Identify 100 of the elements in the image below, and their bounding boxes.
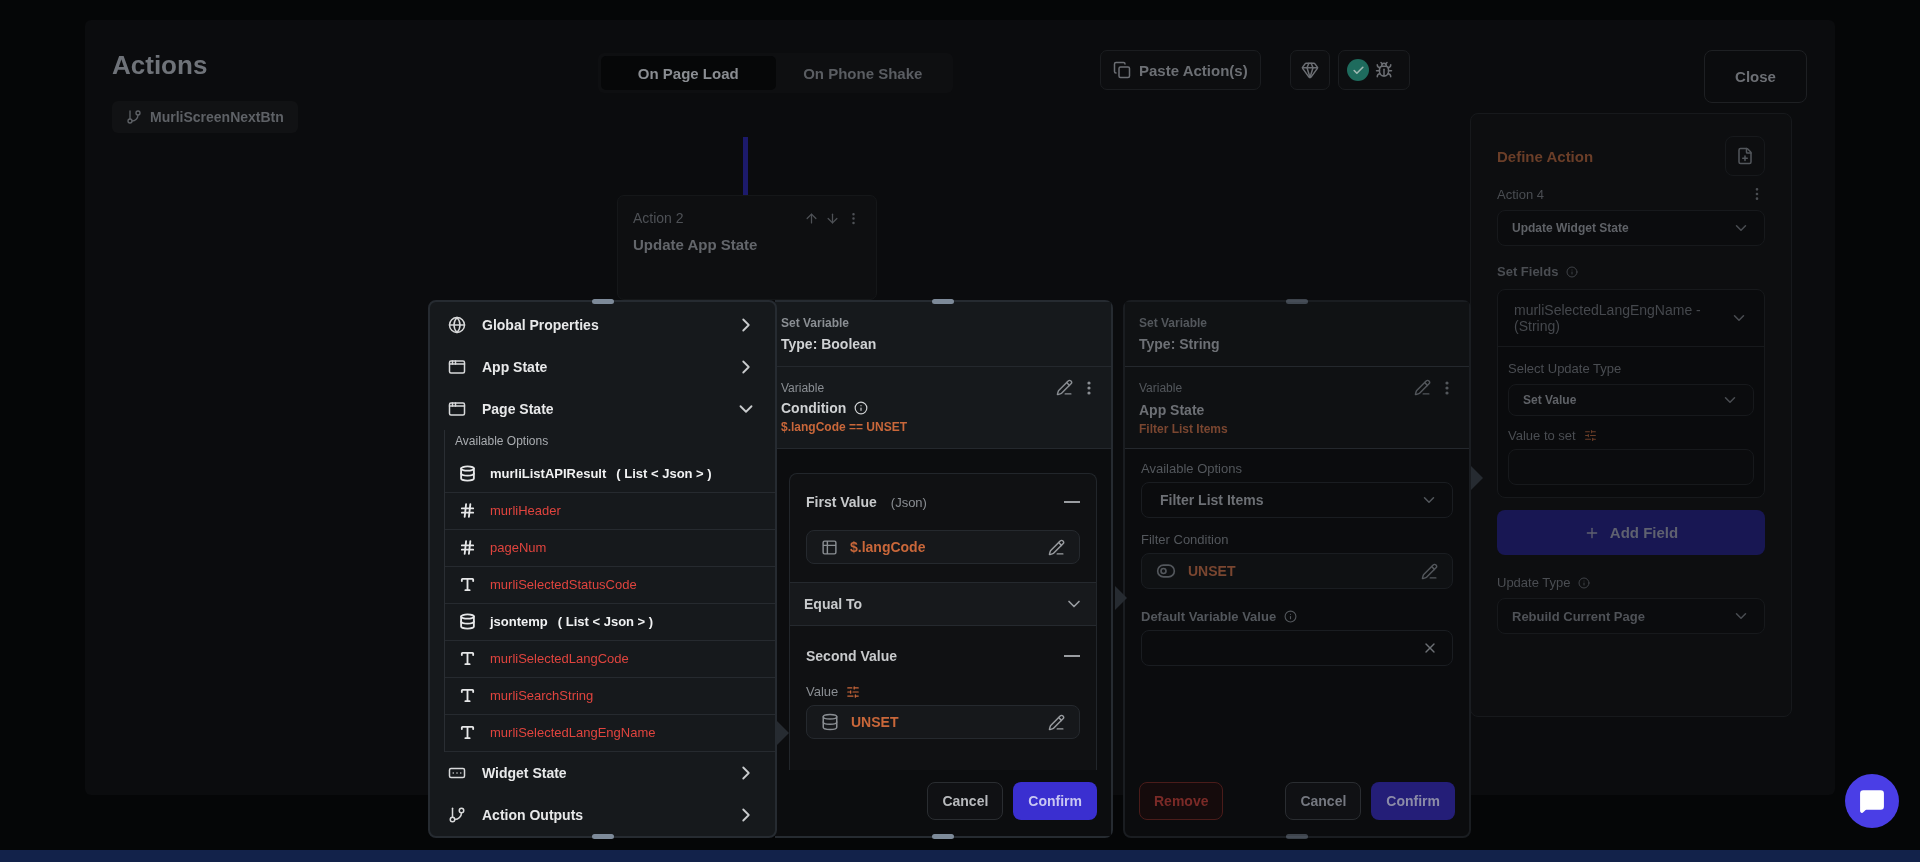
drag-handle[interactable]	[1286, 834, 1308, 839]
variable-name: App State	[1139, 402, 1206, 418]
drag-handle[interactable]	[932, 299, 954, 304]
text-type-icon	[459, 724, 476, 742]
confirm-button[interactable]: Confirm	[1013, 782, 1097, 820]
table-icon	[821, 538, 838, 556]
field-label: Update Type	[1497, 575, 1571, 590]
info-icon	[1284, 610, 1298, 623]
panel-label: Set Variable	[1139, 316, 1209, 330]
action-label: Action 2	[633, 210, 684, 226]
first-value-label: First Value	[806, 494, 877, 510]
options-label: Available Options	[454, 432, 550, 450]
variable-option[interactable]: murliListAPIResult ( List < Json > )	[445, 455, 775, 493]
sliders-icon	[846, 684, 861, 699]
variable-option[interactable]: murliSelectedLangEngName	[445, 714, 775, 752]
cancel-button[interactable]: Cancel	[927, 782, 1004, 820]
default-value-field[interactable]	[1141, 630, 1453, 666]
action-title: Update App State	[633, 236, 759, 253]
trigger-tab[interactable]: On Page Load	[601, 56, 776, 90]
gem-icon	[1301, 61, 1319, 79]
field-label: Value	[806, 684, 839, 699]
add-field-button[interactable]: Add Field	[1497, 510, 1765, 555]
variable-option[interactable]: jsontemp ( List < Json > )	[445, 603, 775, 641]
field-label: Select Update Type	[1508, 361, 1623, 376]
add-note-button[interactable]	[1725, 136, 1765, 176]
more-icon	[1087, 380, 1091, 395]
paste-actions-button[interactable]: Paste Action(s)	[1100, 50, 1261, 90]
info-icon	[854, 401, 869, 415]
action-label: Action 4	[1497, 186, 1544, 202]
gem-button[interactable]	[1290, 50, 1330, 90]
rebuild-dropdown[interactable]: Rebuild Current Page	[1497, 598, 1765, 634]
cancel-button[interactable]: Cancel	[1285, 782, 1362, 820]
action-type-dropdown[interactable]: Update Widget State	[1497, 210, 1765, 246]
hash-icon	[459, 502, 476, 520]
drag-handle[interactable]	[932, 834, 954, 839]
branch-icon	[448, 805, 466, 824]
edit-icon	[1414, 379, 1431, 396]
update-type-dropdown[interactable]: Set Value	[1508, 384, 1754, 416]
first-value-field[interactable]: $.langCode	[806, 530, 1080, 564]
field-label: Available Options	[1141, 461, 1243, 476]
variable-subtitle: Filter List Items	[1139, 422, 1229, 436]
menu-section[interactable]: Global Properties	[430, 303, 775, 346]
file-plus-icon	[1736, 147, 1754, 165]
database-icon	[459, 613, 476, 631]
text-type-icon	[459, 687, 476, 705]
variable-type: Type: String	[1139, 336, 1221, 352]
variable-option[interactable]: murliSelectedStatusCode	[445, 566, 775, 604]
variable-name: Condition	[781, 400, 847, 416]
condition-expression: $.langCode == UNSET	[781, 420, 909, 434]
debug-button[interactable]	[1338, 50, 1410, 90]
drag-handle[interactable]	[591, 834, 614, 839]
text-type-icon	[459, 650, 476, 668]
edit-icon	[1048, 713, 1065, 731]
close-button[interactable]: Close	[1704, 50, 1807, 103]
globe-icon	[448, 315, 466, 334]
copy-icon	[1113, 61, 1131, 79]
field-label: Set Fields	[1497, 264, 1559, 279]
hash-icon	[459, 539, 476, 557]
confirm-button[interactable]: Confirm	[1371, 782, 1455, 820]
branch-icon	[126, 109, 142, 125]
trigger-tab[interactable]: On Phone Shake	[775, 56, 950, 90]
database-icon	[821, 713, 839, 731]
value-type: (Json)	[890, 494, 927, 510]
variable-option[interactable]: murliSelectedLangCode	[445, 640, 775, 678]
field-label: Variable	[781, 380, 825, 395]
variable-option[interactable]: murliSearchString	[445, 677, 775, 715]
operator-dropdown[interactable]: Equal To	[790, 582, 1096, 626]
field-label: Default Variable Value	[1141, 609, 1277, 624]
action-card[interactable]: Action 2 Update App State	[617, 195, 877, 300]
text-type-icon	[459, 576, 476, 594]
variable-option[interactable]: pageNum	[445, 529, 775, 567]
variable-option[interactable]: murliHeader	[445, 492, 775, 530]
sliders-icon	[1583, 429, 1597, 442]
menu-section[interactable]: Widget State	[430, 751, 775, 794]
menu-section[interactable]: Page State	[430, 387, 775, 430]
pointer-arrow	[1115, 586, 1127, 610]
second-value-label: Second Value	[806, 648, 898, 664]
panel-title: Define Action	[1497, 147, 1594, 165]
edit-icon	[1048, 538, 1065, 556]
chat-button[interactable]	[1845, 774, 1899, 828]
more-icon	[1445, 380, 1449, 395]
database-icon	[459, 465, 476, 483]
toggle-icon	[1156, 561, 1176, 581]
field-label: Filter Condition	[1141, 532, 1230, 547]
info-icon	[1566, 265, 1579, 278]
variable-type: Type: Boolean	[781, 336, 878, 352]
field-label: Variable	[1139, 380, 1183, 395]
info-icon	[1578, 576, 1591, 589]
trigger-chip[interactable]: MurliScreenNextBtn	[112, 101, 298, 133]
edit-icon	[1056, 379, 1073, 396]
bug-icon	[1375, 61, 1393, 79]
second-value-field[interactable]: UNSET	[806, 705, 1080, 739]
menu-section[interactable]: App State	[430, 345, 775, 388]
modal-title: Actions	[112, 50, 208, 81]
edit-icon	[1421, 562, 1438, 580]
options-dropdown[interactable]: Filter List Items	[1141, 482, 1453, 518]
panel-label: Set Variable	[781, 316, 851, 330]
menu-section[interactable]: Action Outputs	[430, 793, 775, 836]
drag-handle[interactable]	[591, 299, 614, 304]
filter-condition-field[interactable]: UNSET	[1141, 553, 1453, 589]
